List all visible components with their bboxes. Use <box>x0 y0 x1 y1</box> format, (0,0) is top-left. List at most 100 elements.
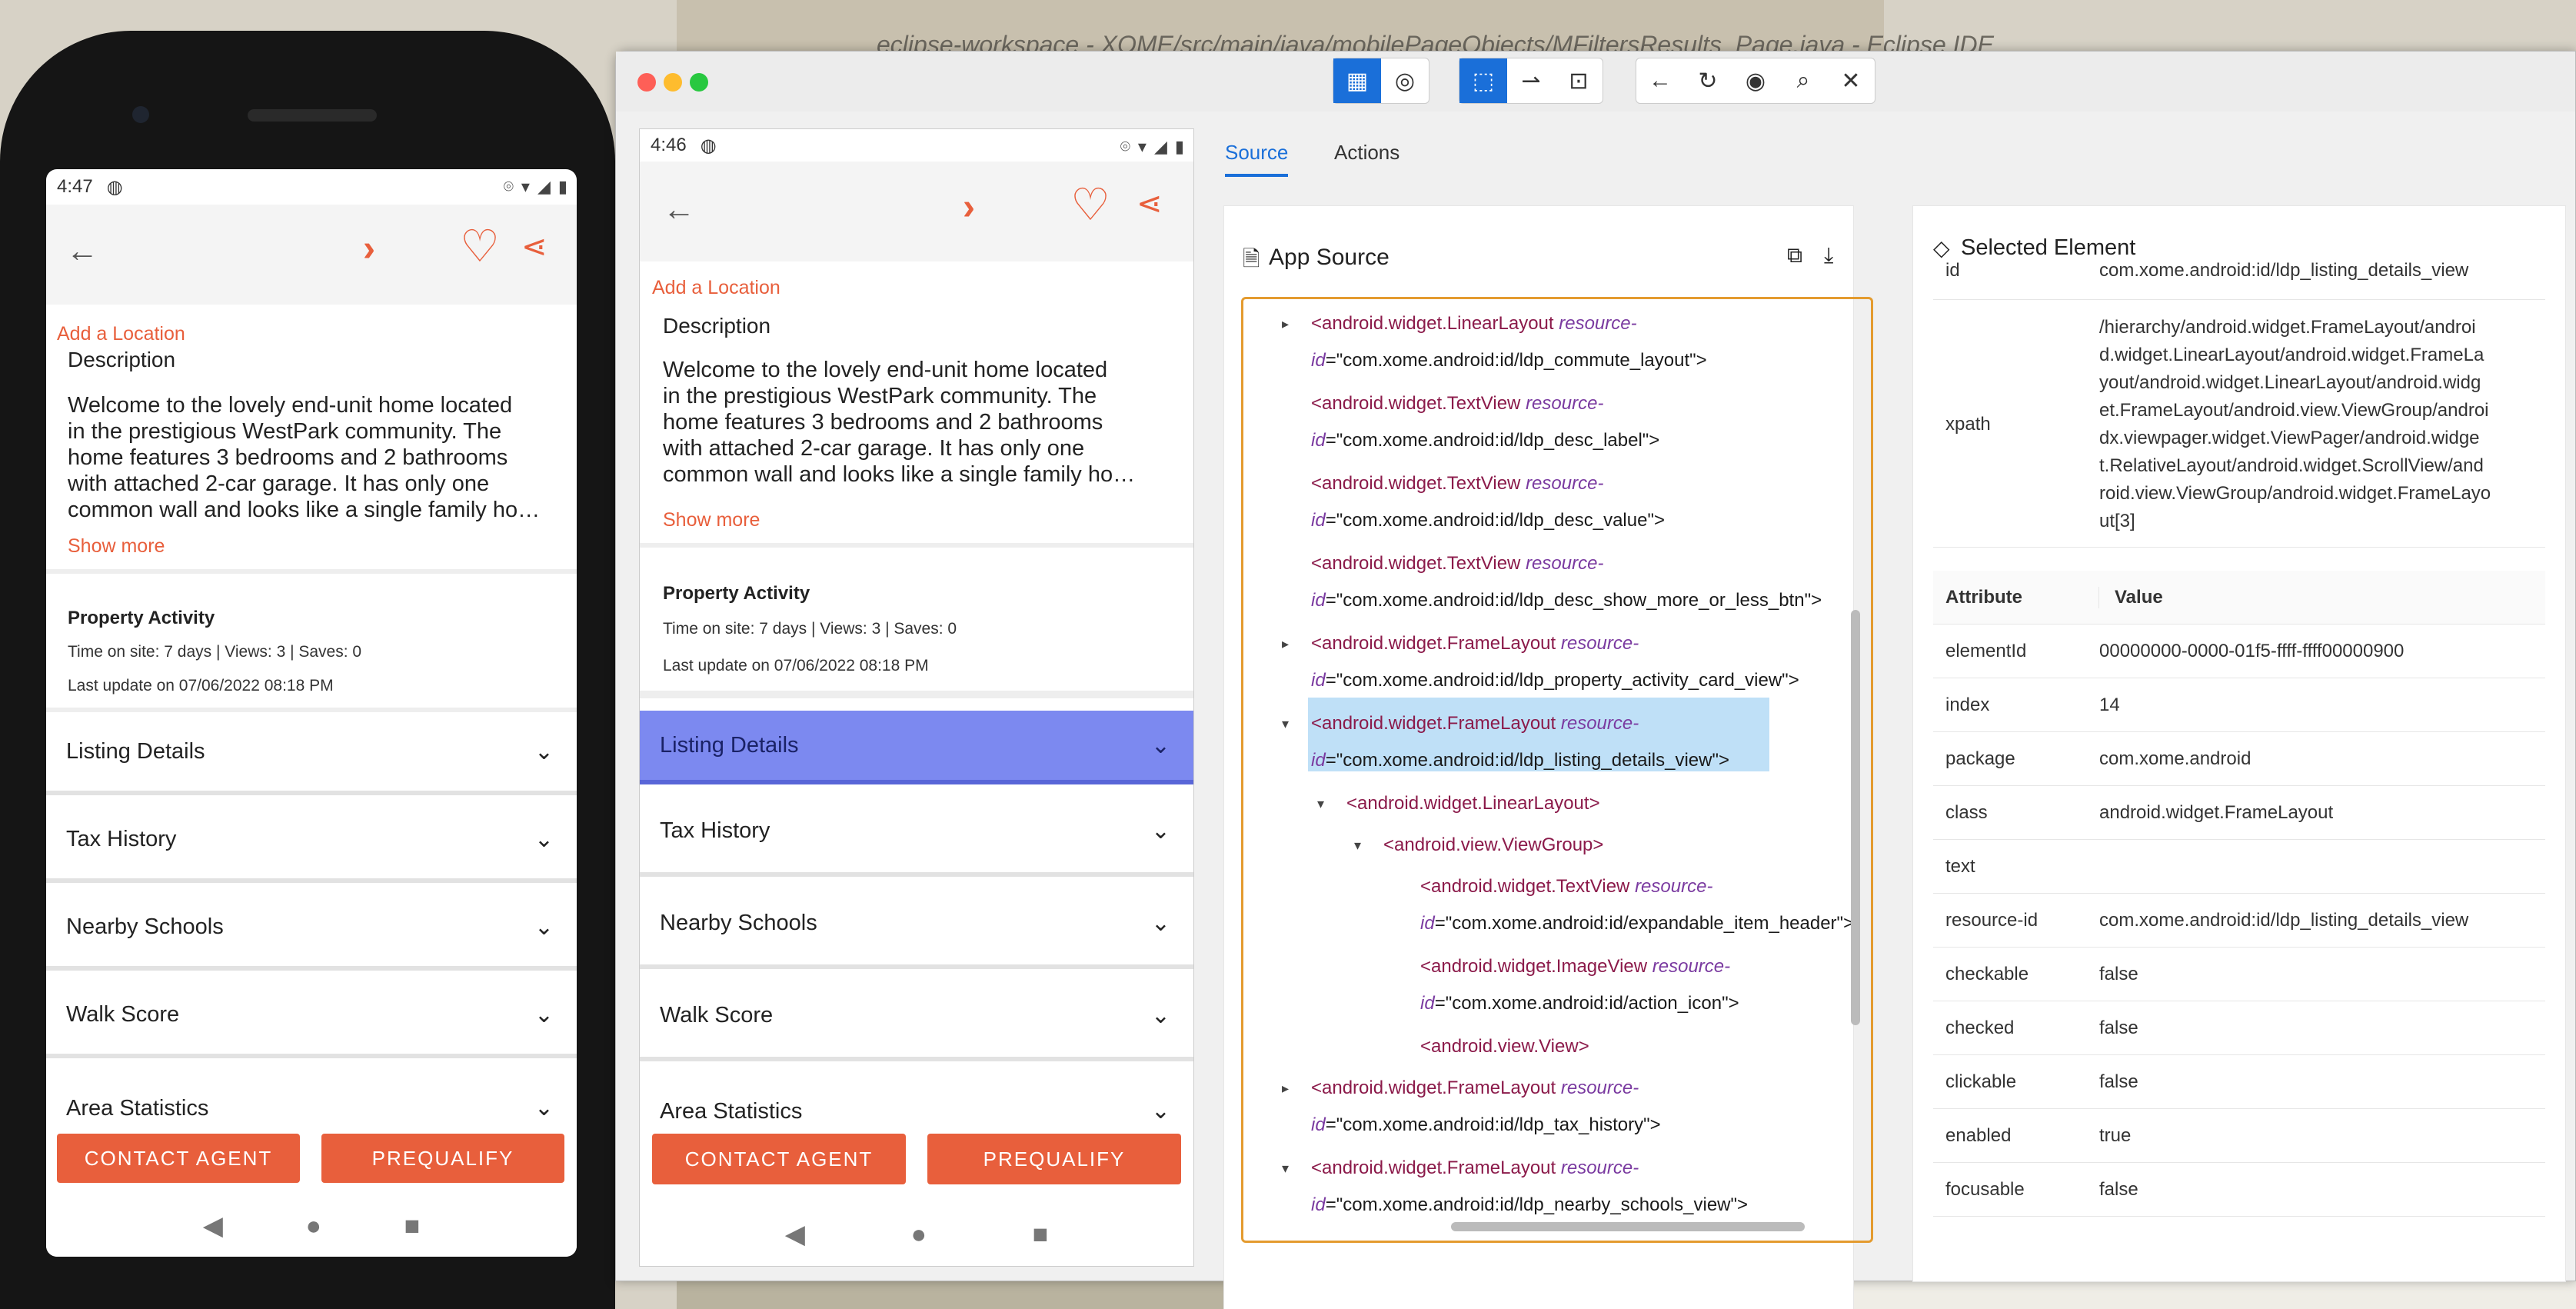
web-mode-icon[interactable]: ◎ <box>1381 58 1429 103</box>
section-tax-history[interactable]: Tax History ⌄ <box>640 789 1193 877</box>
back-arrow-icon[interactable]: ← <box>66 232 98 269</box>
signal-icon: ◢ <box>1153 137 1167 156</box>
back-arrow-icon[interactable]: ← <box>663 191 695 228</box>
source-node[interactable]: <android.widget.FrameLayout resource- <box>1311 1078 1639 1099</box>
nav-recents-icon[interactable]: ■ <box>404 1211 421 1241</box>
share-icon[interactable]: ⋖ <box>1137 186 1163 221</box>
source-node[interactable]: <android.widget.TextView resource- <box>1420 876 1712 898</box>
vertical-scrollbar[interactable] <box>1851 610 1860 1025</box>
tab-source[interactable]: Source <box>1225 141 1289 177</box>
bottom-action-bar: CONTACT AGENT PREQUALIFY <box>46 1123 577 1195</box>
status-icons: ⌾ ▾ ◢ ▮ <box>504 177 567 197</box>
back-icon[interactable]: ← <box>1636 58 1684 103</box>
section-nearby-schools[interactable]: Nearby Schools ⌄ <box>640 881 1193 969</box>
favorite-heart-icon[interactable]: ♡ <box>1070 178 1110 231</box>
close-window-icon[interactable] <box>637 73 656 92</box>
nav-home-icon[interactable]: ● <box>911 1220 927 1250</box>
attr-value[interactable]: com.xome.android:id/ldp_listing_details_… <box>2099 260 2468 281</box>
tap-coordinates-icon[interactable]: ⊡ <box>1555 58 1603 103</box>
source-node[interactable]: <android.widget.TextView resource- <box>1311 393 1603 415</box>
property-activity-title: Property Activity <box>663 583 810 604</box>
native-mode-icon[interactable]: ▦ <box>1333 58 1381 103</box>
close-session-icon[interactable]: ✕ <box>1827 58 1875 103</box>
section-nearby-schools[interactable]: Nearby Schools ⌄ <box>46 888 577 971</box>
source-node[interactable]: <android.widget.FrameLayout resource- <box>1311 1157 1639 1179</box>
source-node[interactable]: <android.view.ViewGroup> <box>1383 834 1603 856</box>
prequalify-button[interactable]: PREQUALIFY <box>927 1134 1181 1184</box>
nav-home-icon[interactable]: ● <box>306 1211 322 1241</box>
nav-back-icon[interactable]: ◀ <box>203 1211 223 1241</box>
refresh-icon[interactable]: ↻ <box>1684 58 1732 103</box>
collapse-triangle-icon[interactable]: ▾ <box>1354 838 1361 854</box>
source-node-cont: id="com.xome.android:id/ldp_property_act… <box>1311 670 1799 691</box>
section-walk-score[interactable]: Walk Score ⌄ <box>46 975 577 1058</box>
chevron-down-icon: ⌄ <box>1150 818 1170 844</box>
eye-icon[interactable]: ◉ <box>1732 58 1779 103</box>
show-more-link[interactable]: Show more <box>663 509 760 531</box>
prequalify-button[interactable]: PREQUALIFY <box>321 1134 564 1183</box>
divider <box>46 569 577 574</box>
collapse-triangle-icon[interactable]: ▾ <box>1282 1161 1289 1177</box>
source-node[interactable]: <android.widget.TextView resource- <box>1311 473 1603 495</box>
section-tax-history[interactable]: Tax History ⌄ <box>46 800 577 883</box>
copy-xml-icon[interactable]: ⧉ <box>1787 243 1802 268</box>
section-listing-details-highlighted[interactable]: Listing Details ⌄ <box>640 711 1193 784</box>
share-icon[interactable]: ⋖ <box>521 229 547 265</box>
wifi-icon: ▾ <box>1137 137 1147 156</box>
property-activity-update: Last update on 07/06/2022 08:18 PM <box>663 657 929 674</box>
maximize-window-icon[interactable] <box>690 73 708 92</box>
source-node[interactable]: <android.widget.TextView resource- <box>1311 553 1603 575</box>
section-label: Walk Score <box>66 1001 180 1027</box>
chevron-down-icon: ⌄ <box>534 1001 554 1028</box>
android-nav-bar: ◀ ● ■ <box>640 1201 1193 1266</box>
description-line: with attached 2-car garage. It has only … <box>663 436 1085 461</box>
collapse-triangle-icon[interactable]: ▾ <box>1282 716 1289 732</box>
section-area-statistics[interactable]: Area Statistics ⌄ <box>46 1063 577 1124</box>
expand-triangle-icon[interactable]: ▸ <box>1282 316 1289 332</box>
tab-actions[interactable]: Actions <box>1334 141 1399 165</box>
nav-recents-icon[interactable]: ■ <box>1033 1220 1049 1250</box>
source-node[interactable]: <android.widget.LinearLayout resource- <box>1311 313 1637 335</box>
chevron-down-icon: ⌄ <box>1150 1098 1170 1124</box>
device-screenshot[interactable]: 4:46 ◍ ⌾ ▾ ◢ ▮ ← › ♡ ⋖ Add a Location Descr… <box>639 128 1194 1267</box>
expand-triangle-icon[interactable]: ▸ <box>1282 1081 1289 1097</box>
section-walk-score[interactable]: Walk Score ⌄ <box>640 974 1193 1061</box>
add-location-link[interactable]: Add a Location <box>652 277 780 299</box>
download-xml-icon[interactable]: ⤓ <box>1824 243 1833 268</box>
add-location-link[interactable]: Add a Location <box>57 323 185 345</box>
attributes-table: elementId 00000000-0000-01f5-ffff-ffff000… <box>1933 625 2545 1217</box>
description-line: with attached 2-car garage. It has only … <box>68 471 490 496</box>
favorite-heart-icon[interactable]: ♡ <box>460 220 500 272</box>
xpath-value[interactable]: /hierarchy/android.widget.FrameLayout/an… <box>2099 314 2491 535</box>
interaction-toolgroup: ⬚ ⇀ ⊡ <box>1459 58 1603 104</box>
swipe-icon[interactable]: ⇀ <box>1507 58 1555 103</box>
show-more-link[interactable]: Show more <box>68 535 165 558</box>
source-node[interactable]: <android.widget.ImageView resource- <box>1420 956 1730 978</box>
description-body: Welcome to the lovely end-unit home loca… <box>663 357 1186 488</box>
attr-row: resource-id com.xome.android:id/ldp_listi… <box>1933 894 2545 948</box>
section-area-statistics[interactable]: Area Statistics ⌄ <box>640 1066 1193 1127</box>
source-node[interactable]: <android.view.View> <box>1420 1036 1589 1058</box>
source-node[interactable]: <android.widget.FrameLayout resource- <box>1311 633 1639 654</box>
status-icons: ⌾ ▾ ◢ ▮ <box>1120 137 1184 157</box>
collapse-triangle-icon[interactable]: ▾ <box>1317 796 1324 812</box>
nav-back-icon[interactable]: ◀ <box>785 1219 805 1250</box>
source-node-selected[interactable]: <android.widget.FrameLayout resource- <box>1311 713 1639 734</box>
select-element-icon[interactable]: ⬚ <box>1459 58 1507 103</box>
location-icon: ⌾ <box>1120 137 1130 156</box>
contact-agent-button[interactable]: CONTACT AGENT <box>652 1134 906 1184</box>
horizontal-scrollbar[interactable] <box>1451 1222 1805 1231</box>
section-listing-details[interactable]: Listing Details ⌄ <box>46 712 577 795</box>
expand-triangle-icon[interactable]: ▸ <box>1282 636 1289 652</box>
minimize-window-icon[interactable] <box>664 73 682 92</box>
app-toolbar: ← › ♡ ⋖ <box>640 162 1193 261</box>
source-node[interactable]: <android.widget.LinearLayout> <box>1346 793 1600 814</box>
next-chevron-icon[interactable]: › <box>363 228 375 270</box>
source-node-cont: id="com.xome.android:id/ldp_desc_show_mo… <box>1311 590 1822 611</box>
contact-agent-button[interactable]: CONTACT AGENT <box>57 1134 300 1183</box>
description-line: Welcome to the lovely end-unit home loca… <box>68 393 513 418</box>
section-label: Tax History <box>660 818 770 843</box>
location-icon: ⌾ <box>503 177 514 196</box>
next-chevron-icon[interactable]: › <box>963 186 975 228</box>
search-icon[interactable]: ⌕ <box>1779 58 1827 103</box>
